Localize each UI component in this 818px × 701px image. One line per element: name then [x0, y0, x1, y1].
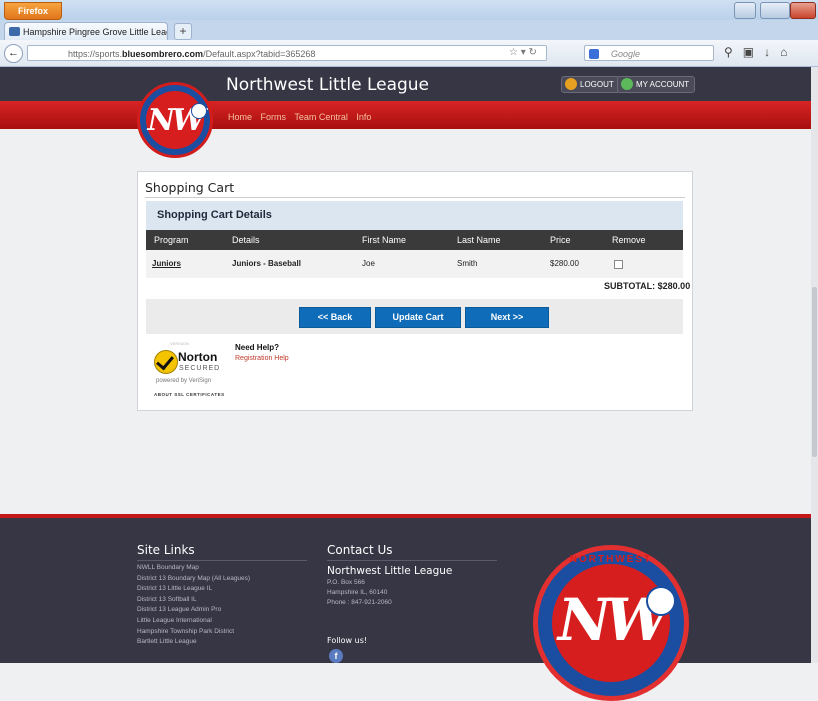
site-link[interactable]: District 13 Softball IL	[137, 596, 250, 607]
contact-org-name: Northwest Little League	[327, 565, 453, 577]
url-domain: bluesombrero.com	[122, 49, 204, 59]
back-arrow-icon[interactable]: ←	[4, 44, 23, 63]
plus-icon	[621, 78, 633, 90]
nav-team-central[interactable]: Team Central	[294, 112, 348, 122]
browser-tab[interactable]: Hampshire Pingree Grove Little League ..…	[4, 22, 168, 40]
program-link[interactable]: Juniors	[152, 250, 181, 278]
close-window-button[interactable]	[790, 2, 816, 19]
logout-button[interactable]: LOGOUT	[561, 76, 620, 93]
league-logo[interactable]: NW	[137, 82, 213, 158]
maximize-button[interactable]	[760, 2, 790, 19]
help-section: Need Help? Registration Help	[235, 343, 289, 362]
back-button[interactable]: << Back	[299, 307, 371, 328]
norton-secured: SECURED	[179, 365, 221, 372]
search-placeholder: Google	[611, 49, 641, 59]
cart-details-header: Shopping Cart Details	[146, 201, 683, 230]
page-scrollbar[interactable]	[811, 67, 818, 663]
url-bar[interactable]: https://sports.bluesombrero.com/Default.…	[27, 45, 547, 61]
checkmark-icon	[154, 350, 178, 374]
site-link[interactable]: Bartlett Little League	[137, 638, 250, 649]
cart-button-bar: << Back Update Cart Next >>	[146, 299, 683, 334]
footer	[0, 518, 811, 663]
contact-line: Hampshire IL, 60140	[327, 589, 388, 596]
details-cell: Juniors - Baseball	[232, 259, 301, 268]
site-link[interactable]: NWLL Boundary Map	[137, 564, 250, 575]
site-title: Northwest Little League	[226, 75, 430, 95]
first-name-cell: Joe	[362, 259, 375, 268]
contact-info: P.O. Box 566 Hampshire IL, 60140 Phone :…	[327, 579, 392, 609]
contact-rule	[327, 560, 497, 561]
user-icon	[565, 78, 577, 90]
col-remove: Remove	[612, 235, 646, 245]
col-first-name: First Name	[362, 235, 407, 245]
norton-name: Norton	[178, 350, 218, 364]
contact-line: Phone : 847-921-2060	[327, 599, 392, 606]
contact-line: P.O. Box 566	[327, 579, 365, 586]
tab-strip: Hampshire Pingree Grove Little League ..…	[0, 20, 818, 40]
update-cart-button[interactable]: Update Cart	[375, 307, 461, 328]
site-links-heading: Site Links	[137, 543, 195, 557]
nav-forms[interactable]: Forms	[261, 112, 287, 122]
cart-details-heading: Shopping Cart Details	[157, 209, 272, 221]
next-button[interactable]: Next >>	[465, 307, 549, 328]
help-heading: Need Help?	[235, 343, 280, 352]
my-account-button[interactable]: MY ACCOUNT	[617, 76, 696, 93]
search-box[interactable]: Google	[584, 45, 714, 61]
nav-home[interactable]: Home	[228, 112, 252, 122]
norton-secured-seal[interactable]: VERISIGN Norton SECURED powered by VeriS…	[146, 340, 232, 402]
page-title: Shopping Cart	[145, 180, 235, 195]
col-details: Details	[232, 235, 260, 245]
site-link[interactable]: District 13 League Admin Pro	[137, 606, 250, 617]
site-links-list: NWLL Boundary Map District 13 Boundary M…	[137, 564, 250, 649]
search-engine-icon	[589, 49, 599, 59]
url-prefix: https://sports.	[68, 49, 123, 59]
site-link[interactable]: District 13 Boundary Map (All Leagues)	[137, 575, 250, 586]
logout-label: LOGOUT	[580, 80, 614, 89]
price-cell: $280.00	[550, 259, 579, 268]
footer-league-logo: NORTHWEST NW	[533, 545, 689, 701]
nav-info[interactable]: Info	[356, 112, 371, 122]
tab-title: Hampshire Pingree Grove Little League ..…	[23, 27, 167, 37]
window-titlebar: Firefox	[0, 0, 818, 20]
table-row: Juniors Juniors - Baseball Joe Smith $28…	[146, 250, 683, 278]
nav-bar	[0, 101, 818, 129]
shopping-cart-panel: Shopping Cart Shopping Cart Details Prog…	[137, 171, 693, 411]
toolbar-icons[interactable]: ⚲▣↓⌂	[724, 45, 797, 59]
minimize-button[interactable]	[734, 2, 756, 19]
title-divider	[145, 197, 685, 198]
site-link[interactable]: Little League International	[137, 617, 250, 628]
navigation-toolbar: ← https://sports.bluesombrero.com/Defaul…	[0, 40, 818, 67]
col-price: Price	[550, 235, 571, 245]
main-nav: Home Forms Team Central Info	[228, 112, 377, 122]
little-league-seal-icon	[646, 586, 676, 616]
new-tab-button[interactable]: +	[174, 23, 192, 40]
norton-powered: powered by VeriSign	[156, 378, 212, 384]
subtotal: SUBTOTAL: $280.00	[604, 281, 691, 291]
remove-checkbox[interactable]	[614, 260, 623, 269]
little-league-seal-icon	[191, 103, 207, 119]
reload-icon[interactable]: ☆ ▾ ↻	[509, 45, 537, 61]
last-name-cell: Smith	[457, 259, 478, 268]
col-last-name: Last Name	[457, 235, 501, 245]
col-program: Program	[154, 235, 189, 245]
cart-table-header: Program Details First Name Last Name Pri…	[146, 230, 683, 250]
firefox-menu-button[interactable]: Firefox	[4, 2, 62, 20]
contact-heading: Contact Us	[327, 543, 393, 557]
url-path: /Default.aspx?tabid=365268	[203, 49, 316, 59]
my-account-label: MY ACCOUNT	[636, 80, 690, 89]
site-favicon-icon	[9, 27, 20, 36]
follow-us-label: Follow us!	[327, 636, 368, 645]
ssl-about-link[interactable]: ABOUT SSL CERTIFICATES	[154, 392, 225, 397]
site-header: Northwest Little League LOGOUT MY ACCOUN…	[0, 67, 818, 101]
site-links-rule	[137, 560, 307, 561]
facebook-icon[interactable]: f	[329, 649, 343, 663]
registration-help-link[interactable]: Registration Help	[235, 355, 289, 362]
site-link[interactable]: District 13 Little League IL	[137, 585, 250, 596]
site-link[interactable]: Hampshire Township Park District	[137, 628, 250, 639]
